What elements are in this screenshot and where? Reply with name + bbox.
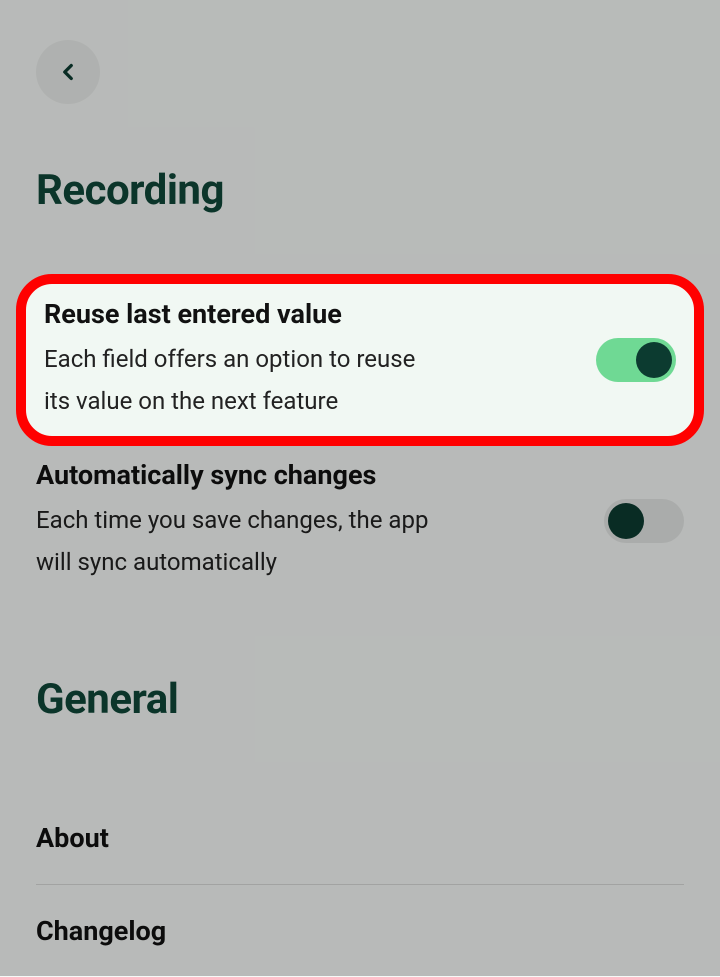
toggle-thumb [608,503,644,539]
list-item-about[interactable]: About [36,792,684,885]
setting-row-reuse: Reuse last entered value Each field offe… [44,298,676,422]
setting-label: Automatically sync changes [36,459,588,491]
section-title-recording: Recording [36,166,684,215]
toggle-reuse[interactable] [596,338,676,382]
highlight-reuse-value: Reuse last entered value Each field offe… [16,274,704,446]
toggle-thumb [636,342,672,378]
list-item-label: About [36,822,684,854]
toggle-sync[interactable] [604,499,684,543]
chevron-left-icon [55,59,81,85]
setting-description: Each field offers an option to reuse its… [44,338,444,422]
section-title-general: General [36,675,684,724]
list-item-label: Changelog [36,915,684,947]
setting-label: Reuse last entered value [44,298,580,330]
back-button[interactable] [36,40,100,104]
setting-description: Each time you save changes, the app will… [36,499,436,583]
list-item-changelog[interactable]: Changelog [36,885,684,977]
setting-row-sync: Automatically sync changes Each time you… [36,439,684,603]
